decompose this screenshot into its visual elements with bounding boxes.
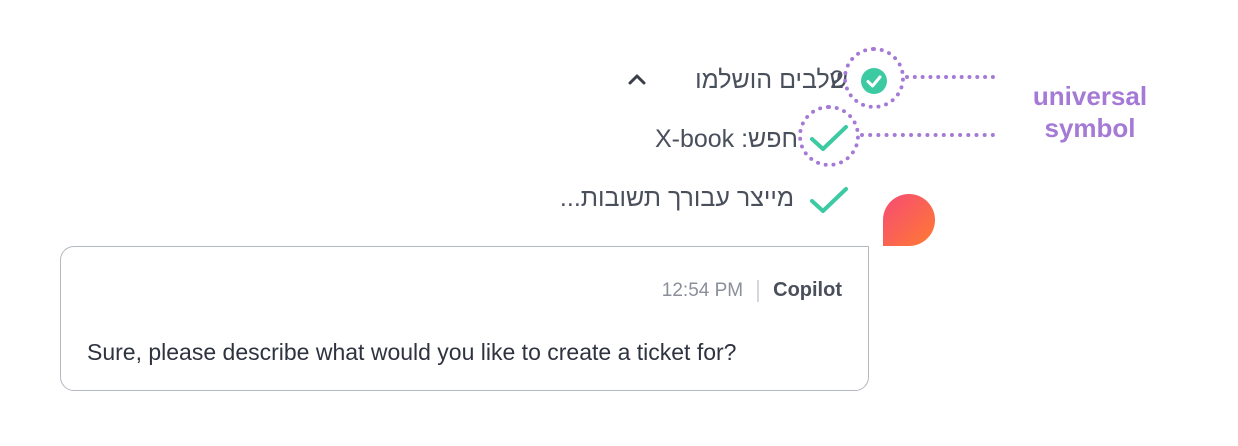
meta-divider: [757, 279, 760, 302]
steps-completed-label[interactable]: שלבים הושלמו: [695, 66, 848, 95]
annotation-line: [905, 75, 995, 79]
annotation-label: universal symbol: [1010, 80, 1170, 144]
annotation-label-line1: universal: [1032, 81, 1148, 111]
annotation-line: [860, 133, 995, 137]
message-text: Sure, please describe what would you lik…: [87, 339, 737, 365]
search-step-label: חפש: X-book: [654, 125, 798, 153]
annotation-ring: [843, 47, 905, 109]
check-icon: [810, 187, 848, 213]
generating-step-label: מייצר עבורך תשובות...: [559, 184, 794, 212]
annotation-ring: [798, 105, 860, 167]
message-time: 12:54 PM: [661, 279, 744, 301]
steps-count: 2: [830, 66, 844, 94]
copilot-avatar: [883, 194, 935, 246]
chevron-up-icon[interactable]: [626, 68, 648, 90]
message-meta: 12:54 PM Copilot: [662, 279, 842, 302]
message-bubble: 12:54 PM Copilot Sure, please describe w…: [60, 246, 869, 391]
annotation-label-line2: symbol: [1044, 113, 1136, 143]
message-sender: Copilot: [773, 279, 842, 301]
